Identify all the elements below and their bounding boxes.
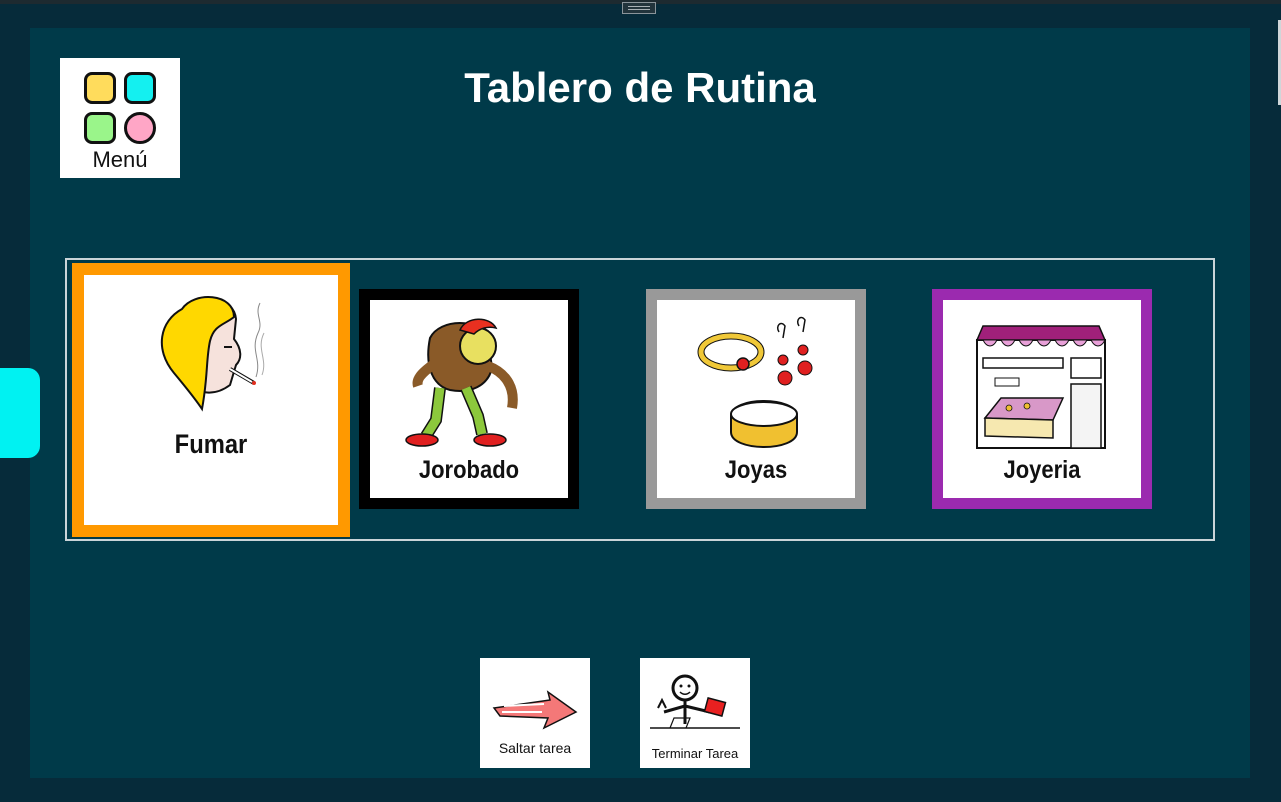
- finish-task-icon: [640, 670, 750, 751]
- drag-handle[interactable]: [622, 2, 656, 14]
- task-label: Fumar: [174, 429, 248, 459]
- menu-button[interactable]: Menú: [60, 58, 180, 178]
- jewelry-icon: [657, 308, 855, 450]
- jewelry-store-icon: [943, 308, 1141, 450]
- smoking-person-icon: [84, 289, 338, 419]
- skip-task-label: Saltar tarea: [498, 740, 572, 756]
- task-card-joyas[interactable]: Joyas: [646, 289, 866, 509]
- task-label: Joyeria: [1003, 456, 1081, 484]
- hunchback-icon: [370, 308, 568, 450]
- arrow-right-icon: [480, 682, 590, 737]
- task-label: Jorobado: [418, 456, 520, 484]
- finish-task-button[interactable]: Terminar Tarea: [640, 658, 750, 768]
- task-card-fumar[interactable]: Fumar: [72, 263, 350, 537]
- task-card-joyeria[interactable]: Joyeria: [932, 289, 1152, 509]
- skip-task-button[interactable]: Saltar tarea: [480, 658, 590, 768]
- task-card-jorobado[interactable]: Jorobado: [359, 289, 579, 509]
- task-label: Joyas: [724, 456, 788, 484]
- finish-task-label: Terminar Tarea: [651, 746, 739, 761]
- side-drawer-tab[interactable]: [0, 368, 40, 458]
- menu-label: Menú: [92, 147, 148, 172]
- page-title: Tablero de Rutina: [464, 64, 816, 111]
